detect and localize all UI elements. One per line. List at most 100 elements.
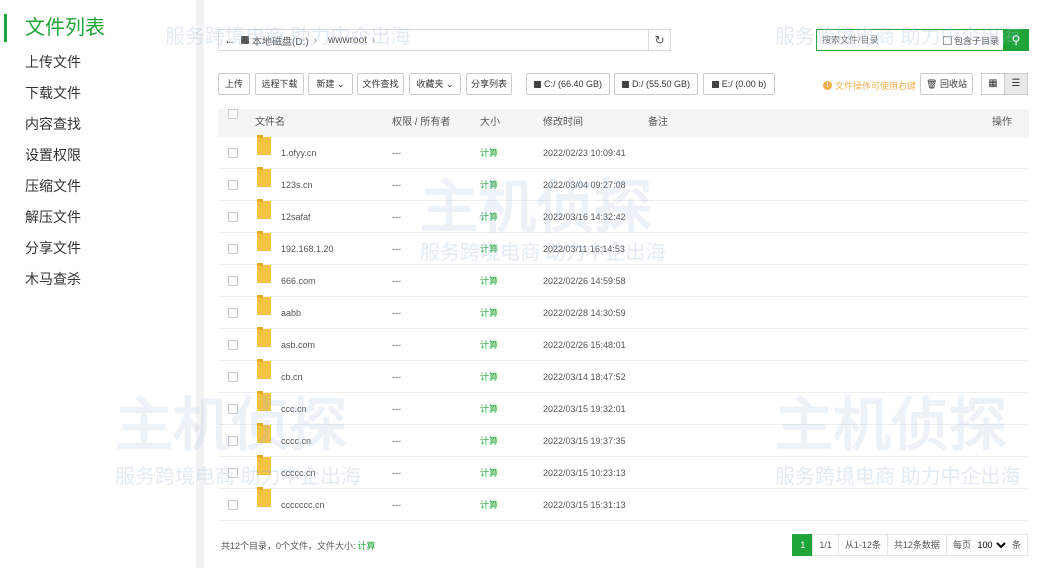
- file-permission[interactable]: ---: [392, 457, 401, 489]
- calc-size-link[interactable]: 计算: [480, 457, 498, 489]
- folder-icon: [257, 423, 271, 443]
- calc-size-link[interactable]: 计算: [480, 329, 498, 361]
- sidebar-item-download[interactable]: 下载文件: [25, 82, 81, 113]
- file-name[interactable]: ccccc.cn: [281, 457, 316, 489]
- calc-size-link[interactable]: 计算: [480, 361, 498, 393]
- row-checkbox[interactable]: [228, 276, 238, 286]
- grid-view-icon[interactable]: ▦: [981, 73, 1005, 95]
- file-name[interactable]: aabb: [281, 297, 301, 329]
- file-permission[interactable]: ---: [392, 489, 401, 521]
- sidebar-item-trojan-scan[interactable]: 木马查杀: [25, 268, 81, 299]
- row-checkbox[interactable]: [228, 372, 238, 382]
- calc-size-link[interactable]: 计算: [480, 297, 498, 329]
- recycle-bin-button[interactable]: 🗑 回收站: [920, 73, 973, 95]
- table-row[interactable]: 123s.cn --- 计算 2022/03/04 09:27:08: [218, 167, 1029, 201]
- include-subdir-option[interactable]: 包含子目录: [943, 30, 999, 50]
- per-page-select[interactable]: 100: [973, 539, 1010, 551]
- table-row[interactable]: cb.cn --- 计算 2022/03/14 18:47:52: [218, 359, 1029, 393]
- sidebar-title[interactable]: 文件列表: [25, 14, 105, 42]
- sidebar-item-extract[interactable]: 解压文件: [25, 206, 81, 237]
- file-permission[interactable]: ---: [392, 201, 401, 233]
- select-all-checkbox[interactable]: [228, 109, 238, 119]
- calc-size-link[interactable]: 计算: [480, 169, 498, 201]
- table-row[interactable]: cccc.cn --- 计算 2022/03/15 19:37:35: [218, 423, 1029, 457]
- table-row[interactable]: ccc.cn --- 计算 2022/03/15 19:32:01: [218, 391, 1029, 425]
- file-name[interactable]: 1.ofyy.cn: [281, 137, 316, 169]
- row-checkbox[interactable]: [228, 180, 238, 190]
- disk-d-button[interactable]: D:/ (55.50 GB): [614, 73, 698, 95]
- file-name[interactable]: ccccccc.cn: [281, 489, 325, 521]
- breadcrumb-folder[interactable]: wwwroot ›: [328, 35, 380, 46]
- search-input[interactable]: [817, 30, 937, 50]
- table-row[interactable]: asb.com --- 计算 2022/02/26 15:48:01: [218, 327, 1029, 361]
- file-name[interactable]: asb.com: [281, 329, 315, 361]
- file-permission[interactable]: ---: [392, 393, 401, 425]
- file-mtime: 2022/03/11 16:14:53: [543, 244, 625, 254]
- table-row[interactable]: aabb --- 计算 2022/02/28 14:30:59: [218, 295, 1029, 329]
- file-name[interactable]: ccc.cn: [281, 393, 307, 425]
- calc-size-link[interactable]: 计算: [480, 393, 498, 425]
- disk-c-button[interactable]: C:/ (66.40 GB): [526, 73, 610, 95]
- file-name[interactable]: 192.168.1.20: [281, 233, 334, 265]
- file-permission[interactable]: ---: [392, 297, 401, 329]
- footer-calc-link[interactable]: 计算: [358, 541, 376, 551]
- favorites-dropdown-button[interactable]: 收藏夹 ⌄: [409, 73, 461, 95]
- row-checkbox[interactable]: [228, 468, 238, 478]
- file-name[interactable]: 12safaf: [281, 201, 311, 233]
- row-checkbox[interactable]: [228, 148, 238, 158]
- share-list-button[interactable]: 分享列表: [466, 73, 512, 95]
- row-checkbox[interactable]: [228, 212, 238, 222]
- file-name[interactable]: 666.com: [281, 265, 316, 297]
- search-button[interactable]: ⚲: [1003, 29, 1029, 51]
- row-checkbox[interactable]: [228, 500, 238, 510]
- path-bar[interactable]: ← 本地磁盘(D:) › wwwroot › ↻: [218, 29, 671, 51]
- refresh-icon[interactable]: ↻: [648, 30, 670, 50]
- table-row[interactable]: 12safaf --- 计算 2022/03/16 14:32:42: [218, 199, 1029, 233]
- file-permission[interactable]: ---: [392, 425, 401, 457]
- sidebar-item-content-search[interactable]: 内容查找: [25, 113, 81, 144]
- row-checkbox[interactable]: [228, 308, 238, 318]
- calc-size-link[interactable]: 计算: [480, 233, 498, 265]
- file-permission[interactable]: ---: [392, 265, 401, 297]
- calc-size-link[interactable]: 计算: [480, 137, 498, 169]
- table-row[interactable]: 192.168.1.20 --- 计算 2022/03/11 16:14:53: [218, 231, 1029, 265]
- table-row[interactable]: 666.com --- 计算 2022/02/26 14:59:58: [218, 263, 1029, 297]
- file-permission[interactable]: ---: [392, 361, 401, 393]
- column-modified[interactable]: 修改时间: [543, 109, 583, 137]
- sidebar-item-upload[interactable]: 上传文件: [25, 51, 81, 82]
- file-find-button[interactable]: 文件查找: [357, 73, 404, 95]
- back-arrow-icon[interactable]: ←: [219, 33, 241, 47]
- table-row[interactable]: ccccc.cn --- 计算 2022/03/15 10:23:13: [218, 455, 1029, 489]
- row-checkbox[interactable]: [228, 404, 238, 414]
- calc-size-link[interactable]: 计算: [480, 489, 498, 521]
- page-current[interactable]: 1: [792, 534, 814, 556]
- sidebar-item-permissions[interactable]: 设置权限: [25, 144, 81, 175]
- file-name[interactable]: cb.cn: [281, 361, 303, 393]
- sidebar-item-compress[interactable]: 压缩文件: [25, 175, 81, 206]
- row-checkbox[interactable]: [228, 244, 238, 254]
- remote-download-button[interactable]: 远程下载: [255, 73, 304, 95]
- file-permission[interactable]: ---: [392, 329, 401, 361]
- file-permission[interactable]: ---: [392, 169, 401, 201]
- upload-button[interactable]: 上传: [218, 73, 250, 95]
- calc-size-link[interactable]: 计算: [480, 201, 498, 233]
- row-checkbox[interactable]: [228, 340, 238, 350]
- include-subdir-checkbox[interactable]: [943, 35, 952, 45]
- list-view-icon[interactable]: ☰: [1004, 73, 1028, 95]
- disk-e-button[interactable]: E:/ (0.00 b): [703, 73, 775, 95]
- file-permission[interactable]: ---: [392, 137, 401, 169]
- table-row[interactable]: ccccccc.cn --- 计算 2022/03/15 15:31:13: [218, 487, 1029, 521]
- file-permission[interactable]: ---: [392, 233, 401, 265]
- calc-size-link[interactable]: 计算: [480, 265, 498, 297]
- file-name[interactable]: 123s.cn: [281, 169, 313, 201]
- column-permission[interactable]: 权限 / 所有者: [392, 109, 450, 137]
- sidebar-item-share[interactable]: 分享文件: [25, 237, 81, 268]
- column-size[interactable]: 大小: [480, 109, 500, 137]
- column-name[interactable]: 文件名: [255, 109, 285, 137]
- table-row[interactable]: 1.ofyy.cn --- 计算 2022/02/23 10:09:41: [218, 135, 1029, 169]
- breadcrumb-disk[interactable]: 本地磁盘(D:) ›: [241, 33, 322, 48]
- calc-size-link[interactable]: 计算: [480, 425, 498, 457]
- row-checkbox[interactable]: [228, 436, 238, 446]
- file-name[interactable]: cccc.cn: [281, 425, 311, 457]
- new-dropdown-button[interactable]: 新建 ⌄: [308, 73, 353, 95]
